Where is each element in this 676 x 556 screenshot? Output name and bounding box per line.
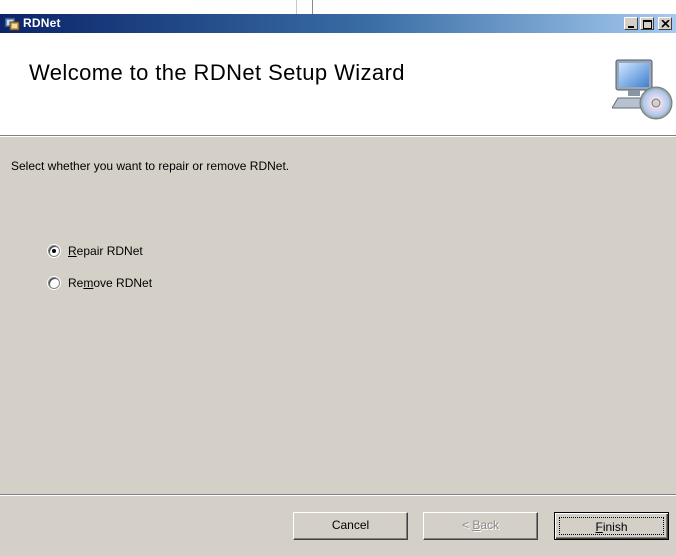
minimize-icon[interactable] xyxy=(624,17,638,30)
window-title: RDNet xyxy=(23,16,61,30)
title-bar[interactable]: RDNet xyxy=(0,14,676,33)
wizard-banner: Welcome to the RDNet Setup Wizard xyxy=(0,33,676,135)
repair-option[interactable]: Repair RDNet xyxy=(48,243,143,259)
setup-dialog: RDNet Welcome to the RDNet Setup Wizard xyxy=(0,14,676,556)
banner-divider-highlight xyxy=(0,136,676,137)
cancel-button[interactable]: Cancel xyxy=(293,512,408,540)
remove-option[interactable]: Remove RDNet xyxy=(48,275,152,291)
remove-radio[interactable] xyxy=(48,277,60,289)
finish-button[interactable]: Finish xyxy=(554,512,669,540)
footer-divider-highlight xyxy=(0,495,676,496)
instruction-text: Select whether you want to repair or rem… xyxy=(11,159,290,173)
wizard-heading: Welcome to the RDNet Setup Wizard xyxy=(29,60,405,85)
close-icon[interactable] xyxy=(658,17,672,30)
remove-label[interactable]: Remove RDNet xyxy=(68,276,152,290)
maximize-icon[interactable] xyxy=(640,17,654,30)
background-window xyxy=(0,0,676,14)
computer-cd-icon xyxy=(611,58,674,122)
background-pane xyxy=(0,0,313,14)
installer-app-icon xyxy=(4,16,20,31)
finish-focus-rect: Finish xyxy=(559,517,664,535)
back-button[interactable]: < Back xyxy=(423,512,538,540)
repair-radio[interactable] xyxy=(48,245,60,257)
repair-label[interactable]: Repair RDNet xyxy=(68,244,143,258)
